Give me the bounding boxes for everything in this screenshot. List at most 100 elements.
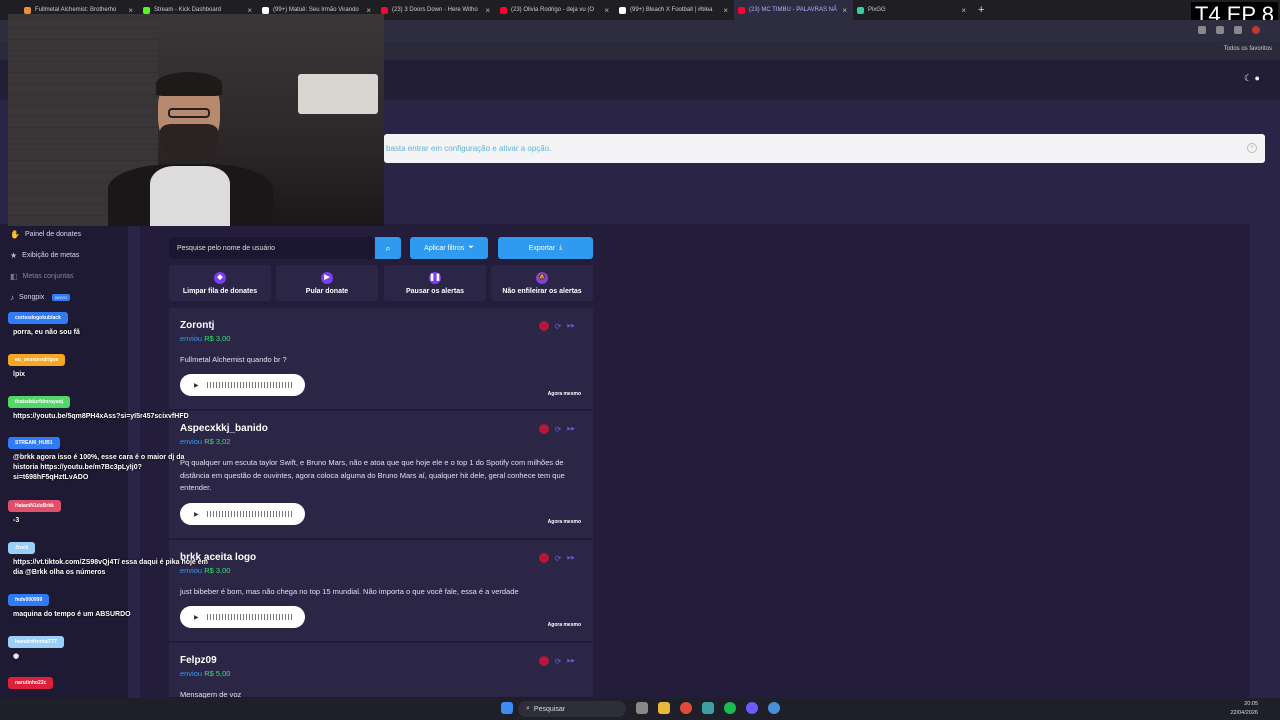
block-icon[interactable] — [538, 424, 549, 434]
tab-close-icon[interactable]: × — [723, 6, 728, 15]
chrome-icon[interactable] — [680, 702, 692, 714]
tab-close-icon[interactable]: × — [604, 6, 609, 15]
audio-player[interactable]: ▶ — [180, 503, 305, 525]
skip-icon[interactable]: ▶▶ — [567, 323, 575, 329]
pause-icon: ❚❚ — [429, 271, 441, 284]
apply-filters-button[interactable]: Aplicar filtros ⏷ — [410, 237, 488, 259]
chat-text: @brkk agora isso é 100%, esse cara é o m… — [13, 454, 185, 481]
search-input[interactable]: Pesquise pelo nome de usuário — [169, 237, 374, 259]
export-button[interactable]: Exportar ⤓ — [498, 237, 593, 259]
sidebar-item-goals[interactable]: ★ Exibição de metas — [10, 251, 79, 260]
clear-queue-button[interactable]: ◆ Limpar fila de donates — [169, 265, 271, 301]
skip-icon: ▶ — [321, 271, 333, 284]
streamer-shirt — [150, 166, 230, 226]
donation-message: Fullmetal Alchemist quando br ? — [180, 355, 287, 364]
pause-alerts-button[interactable]: ❚❚ Pausar os alertas — [384, 265, 486, 301]
windows-start-icon[interactable] — [501, 702, 513, 714]
chat-username: fndv000999 — [8, 594, 50, 606]
donation-amount-line: enviou R$ 3,00 — [180, 334, 230, 343]
chat-username: narutinho22c — [8, 677, 54, 689]
new-tab-icon[interactable]: + — [978, 4, 984, 16]
waveform[interactable] — [206, 382, 293, 388]
block-icon[interactable] — [538, 321, 549, 331]
donation-amount: R$ 3,02 — [204, 437, 231, 446]
group-icon: ◧ — [10, 272, 18, 281]
tab-favicon-icon — [143, 6, 150, 14]
discord-icon[interactable] — [746, 702, 758, 714]
chat-text: -3 — [13, 517, 20, 524]
sidebar-item-joint-goals[interactable]: ◧ Metas conjuntas — [10, 272, 74, 281]
donation-card: Zorontj enviou R$ 3,00 ⟳ ▶▶ Fullmetal Alc… — [169, 308, 593, 410]
action-label: Limpar fila de donates — [182, 287, 258, 295]
chat-text: https://youtu.be/5qm8PH4xAss?si=yI5r457s… — [13, 413, 189, 420]
task-view-icon[interactable] — [636, 702, 648, 714]
sidebar-item-songpix[interactable]: ♪ Songpix NOVO — [10, 293, 71, 302]
skip-icon[interactable]: ▶▶ — [567, 555, 575, 561]
tab-close-icon[interactable]: × — [842, 6, 847, 15]
file-explorer-icon[interactable] — [658, 702, 670, 714]
replay-icon[interactable]: ⟳ — [555, 322, 562, 331]
background-shelf — [298, 74, 378, 114]
chat-message: cortesdogokublack porra, eu não sou fã — [8, 312, 80, 338]
donor-name: Felpz09 — [180, 655, 217, 666]
sidepanel-icon[interactable] — [1234, 26, 1242, 34]
waveform[interactable] — [206, 511, 293, 517]
skip-icon[interactable]: ▶▶ — [567, 426, 575, 432]
theme-toggle-icon[interactable]: ☾ ● — [1244, 73, 1260, 84]
tab-label: (23) MC TIMBU - PALAVRAS NÃ — [749, 7, 838, 13]
play-icon[interactable]: ▶ — [194, 511, 199, 518]
chat-username: thatsdalurfdmrayanj — [8, 396, 71, 408]
taskbar-search[interactable]: ⌕ Pesquisar — [518, 701, 626, 717]
browser-tab[interactable]: (23) Olivia Rodrigo - deja vu (O × — [496, 0, 615, 20]
tab-favicon-icon — [857, 6, 864, 14]
donor-name: Aspecxkkj_banido — [180, 423, 268, 434]
waveform[interactable] — [206, 614, 293, 620]
action-label: Pausar os alertas — [406, 287, 464, 295]
play-icon[interactable]: ▶ — [194, 614, 199, 621]
replay-icon[interactable]: ⟳ — [555, 554, 562, 563]
bell-off-icon: 🔕 — [536, 271, 548, 284]
profile-avatar-icon[interactable] — [1252, 26, 1260, 34]
tab-close-icon[interactable]: × — [961, 6, 966, 15]
browser-tab[interactable]: (23) MC TIMBU - PALAVRAS NÃ × — [734, 0, 853, 20]
sidebar-item-label: Songpix — [19, 294, 45, 301]
card-actions: ⟳ ▶▶ — [538, 424, 575, 434]
block-icon[interactable] — [538, 656, 549, 666]
bookmark-star-icon[interactable] — [1198, 26, 1206, 34]
chat-message: HataniN1doBrkk -3 — [8, 500, 61, 526]
obs-icon[interactable] — [768, 702, 780, 714]
tab-close-icon[interactable]: × — [485, 6, 490, 15]
no-queue-alerts-button[interactable]: 🔕 Não enfileirar os alertas — [491, 265, 593, 301]
audio-player[interactable]: ▶ — [180, 374, 305, 396]
replay-icon[interactable]: ⟳ — [555, 425, 562, 434]
browser-tab[interactable]: (99+) Bleach X Football | #blea × — [615, 0, 734, 20]
tab-label: (23) 3 Doors Down - Here Witho — [392, 7, 478, 13]
replay-icon[interactable]: ⟳ — [555, 657, 562, 666]
skip-donate-button[interactable]: ▶ Pular donate — [276, 265, 378, 301]
close-icon[interactable]: × — [1247, 143, 1257, 153]
play-icon[interactable]: ▶ — [194, 382, 199, 389]
search-button[interactable]: ⌕ — [375, 237, 401, 259]
browser-tab[interactable]: PixGG × — [853, 0, 972, 20]
skip-icon[interactable]: ▶▶ — [567, 658, 575, 664]
sent-prefix: enviou — [180, 669, 203, 678]
tab-favicon-icon — [24, 6, 31, 14]
donation-time: Agora mesmo — [547, 391, 581, 397]
all-bookmarks-link[interactable]: Todos os favoritos — [1224, 46, 1272, 52]
browser-tab[interactable]: (23) 3 Doors Down - Here Witho × — [377, 0, 496, 20]
spotify-icon[interactable] — [724, 702, 736, 714]
block-icon[interactable] — [538, 553, 549, 563]
extensions-icon[interactable] — [1216, 26, 1224, 34]
search-placeholder: Pesquise pelo nome de usuário — [177, 244, 276, 252]
streamer-beard — [160, 124, 218, 160]
chat-text: lpix — [13, 371, 26, 378]
notice-text: basta entrar em configuração e ativar a … — [386, 144, 552, 153]
app-icon[interactable] — [702, 702, 714, 714]
sidebar-item-donates-panel[interactable]: ✋ Painel de donates — [10, 230, 81, 239]
chat-text: https://vt.tiktok.com/ZS98vQj4T/ essa da… — [13, 559, 208, 576]
audio-player[interactable]: ▶ — [180, 606, 305, 628]
webcam-feed — [8, 14, 384, 226]
chat-message: fndv000999 maquina do tempo é um ABSURDO — [8, 594, 131, 620]
search-icon: ⌕ — [385, 243, 391, 253]
donation-message: just bibeber é bom, mas não chega no top… — [180, 587, 519, 596]
